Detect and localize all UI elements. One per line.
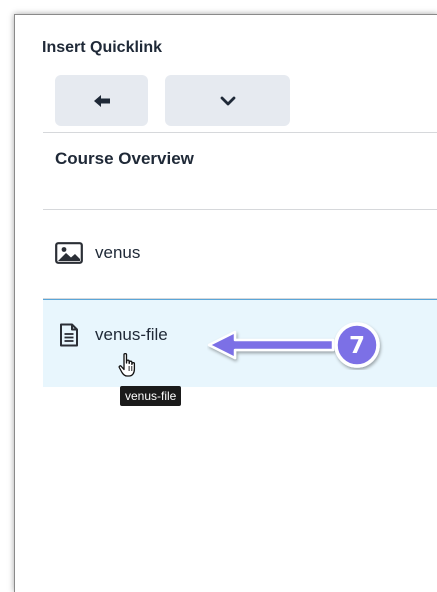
- list-item-venus[interactable]: venus: [43, 210, 437, 299]
- step-number-label: 7: [349, 333, 365, 359]
- dialog-title: Insert Quicklink: [42, 39, 163, 56]
- chevron-down-icon: [220, 96, 235, 105]
- list-item-label: venus: [95, 243, 141, 262]
- section-header: Course Overview: [43, 133, 437, 210]
- image-icon: [55, 240, 83, 266]
- hand-pointer-cursor-icon: [118, 352, 136, 377]
- document-icon: [55, 322, 83, 348]
- section-title: Course Overview: [55, 149, 194, 168]
- toolbar: [43, 70, 437, 133]
- step-annotation-arrow: 7: [207, 322, 380, 368]
- back-button[interactable]: [55, 75, 148, 126]
- list-item-label: venus-file: [95, 325, 168, 344]
- insert-quicklink-dialog: Insert Quicklink Course Overview venus v…: [14, 14, 437, 592]
- options-dropdown-button[interactable]: [165, 75, 290, 126]
- arrow-left-icon: [93, 94, 110, 107]
- tooltip: venus-file: [120, 386, 182, 406]
